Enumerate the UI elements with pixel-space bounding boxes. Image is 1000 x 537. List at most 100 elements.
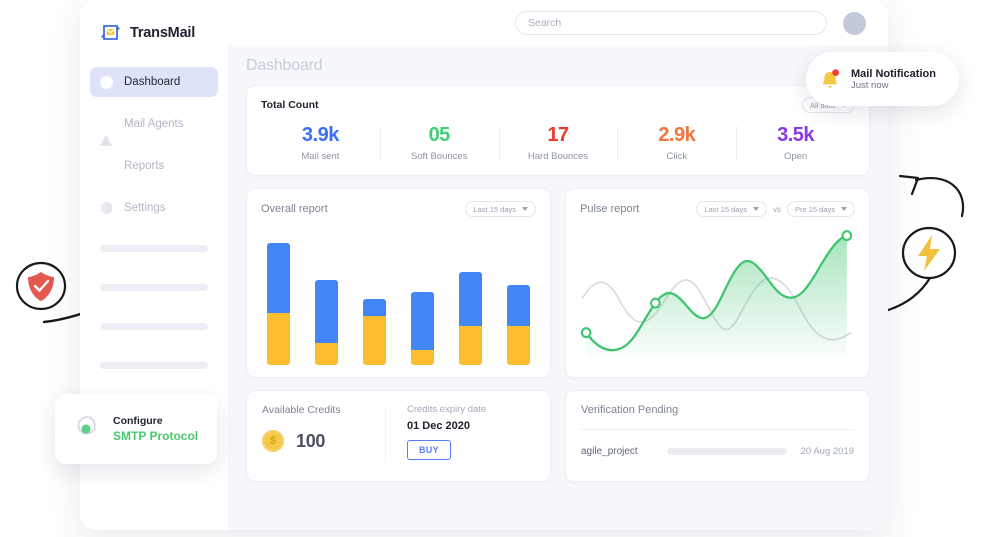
verification-date: 20 Aug 2019 (801, 446, 854, 457)
bar-column (411, 292, 434, 365)
charts-row: Overall report Last 15 days Pulse (246, 188, 870, 378)
credits-right: Credits expiry date 01 Dec 2020 BUY (385, 404, 535, 468)
stat-soft-bounces: 05 Soft Bounces (380, 124, 499, 162)
skeleton-bar (100, 362, 208, 369)
smtp-line-2: SMTP Protocol (113, 429, 198, 443)
filter-label: Last 15 days (704, 205, 747, 214)
total-count-title: Total Count (261, 99, 319, 111)
buy-button[interactable]: BUY (407, 440, 451, 460)
stat-open: 3.5k Open (736, 124, 855, 162)
chevron-down-icon (522, 207, 528, 211)
avatar[interactable] (843, 12, 866, 35)
credits-expiry-date: 01 Dec 2020 (407, 420, 535, 432)
stats-row: 3.9k Mail sent 05 Soft Bounces 17 Hard B… (261, 124, 855, 162)
notification-title: Mail Notification (851, 68, 936, 80)
search-input[interactable] (515, 11, 827, 35)
stat-click: 2.9k Click (617, 124, 736, 162)
sidebar-item-label: Dashboard (124, 76, 180, 88)
stat-label: Hard Bounces (499, 151, 618, 162)
chevron-down-icon (841, 207, 847, 211)
sidebar-item-settings[interactable]: Settings (90, 193, 218, 223)
bar-column (363, 299, 386, 365)
pulse-report-card: Pulse report Last 15 days vs Pre 15 days (565, 188, 870, 378)
pulse-marker (582, 328, 591, 337)
sidebar-item-reports[interactable]: Reports (90, 151, 218, 181)
skeleton-bar (100, 323, 208, 330)
verification-pending-card: Verification Pending agile_project 20 Au… (565, 390, 870, 482)
bar-segment-sent (315, 343, 338, 365)
overall-report-filter-dropdown[interactable]: Last 15 days (465, 201, 536, 217)
verification-project-name: agile_project (581, 446, 653, 457)
decoration-circle-bolt (898, 222, 960, 284)
stat-value: 17 (499, 124, 618, 147)
notification-subtitle: Just now (851, 80, 936, 91)
decoration-circle-shield (14, 258, 70, 318)
overall-report-title: Overall report (261, 203, 328, 215)
total-count-header: Total Count All data (261, 97, 855, 113)
stat-label: Click (617, 151, 736, 162)
bar-segment-opened (363, 299, 386, 316)
bell-icon (820, 68, 841, 91)
credits-left: Available Credits $ 100 (262, 404, 385, 468)
dollar-coin-icon: $ (262, 430, 284, 452)
screenshot-root: TransMail Dashboard Mail Agents Reports (0, 0, 1000, 537)
available-credits-card: Available Credits $ 100 Credits expiry d… (246, 390, 551, 482)
filter-label: Pre 15 days (795, 205, 835, 214)
skeleton-bar (100, 284, 208, 291)
bottom-row: Available Credits $ 100 Credits expiry d… (246, 390, 870, 482)
brand: TransMail (80, 19, 228, 47)
bar-segment-sent (459, 326, 482, 365)
stat-value: 2.9k (617, 124, 736, 147)
pulse-area-fill (586, 236, 847, 358)
pulse-filter-secondary-dropdown[interactable]: Pre 15 days (787, 201, 855, 217)
hexagon-icon (100, 202, 113, 215)
verification-progress-bar (667, 448, 787, 455)
search-wrap (515, 11, 827, 35)
sidebar-item-label: Reports (124, 160, 164, 172)
credits-title: Available Credits (262, 404, 385, 416)
main-content: Dashboard Total Count All data (228, 0, 888, 530)
sidebar-item-mail-agents[interactable]: Mail Agents (90, 109, 218, 139)
bar-segment-sent (267, 313, 290, 365)
bar-column (507, 284, 530, 365)
pulse-marker (843, 231, 852, 240)
filter-label: Last 15 days (473, 205, 516, 214)
transmail-logo-icon (100, 22, 122, 44)
pulse-report-title: Pulse report (580, 203, 639, 215)
dashboard-content: Total Count All data 3.9k Mail sent 05 (228, 76, 888, 482)
configure-smtp-card[interactable]: Configure SMTP Protocol (55, 394, 217, 464)
pulse-marker (651, 299, 660, 308)
skeleton-bar (100, 245, 208, 252)
bar-segment-opened (411, 292, 434, 351)
bar-segment-opened (267, 243, 290, 313)
smtp-line-1: Configure (113, 415, 198, 427)
stat-label: Open (736, 151, 855, 162)
bar-segment-opened (507, 285, 530, 326)
stat-value: 3.5k (736, 124, 855, 147)
stat-label: Soft Bounces (380, 151, 499, 162)
gear-icon (71, 414, 101, 444)
total-count-card: Total Count All data 3.9k Mail sent 05 (246, 85, 870, 176)
page-title: Dashboard (246, 57, 322, 75)
credits-amount-row: $ 100 (262, 430, 385, 452)
chevron-down-icon (753, 207, 759, 211)
bar-column (267, 243, 290, 365)
sidebar-placeholder-list (80, 245, 228, 369)
pulse-filter-primary-dropdown[interactable]: Last 15 days (696, 201, 767, 217)
stat-mail-sent: 3.9k Mail sent (261, 124, 380, 162)
stat-label: Mail sent (261, 151, 380, 162)
bar-chart (267, 229, 530, 365)
topbar (228, 0, 888, 46)
sidebar-item-label: Settings (124, 202, 166, 214)
mail-notification-toast[interactable]: Mail Notification Just now (806, 52, 959, 106)
divider (581, 429, 854, 430)
credits-expiry-label: Credits expiry date (407, 404, 535, 415)
credits-amount: 100 (296, 431, 325, 452)
stat-value: 3.9k (261, 124, 380, 147)
pulse-report-header: Pulse report Last 15 days vs Pre 15 days (580, 201, 855, 217)
brand-name: TransMail (130, 25, 195, 41)
triangle-icon (100, 118, 113, 131)
bar-segment-sent (507, 326, 530, 365)
sidebar-item-dashboard[interactable]: Dashboard (90, 67, 218, 97)
overall-report-header: Overall report Last 15 days (261, 201, 536, 217)
